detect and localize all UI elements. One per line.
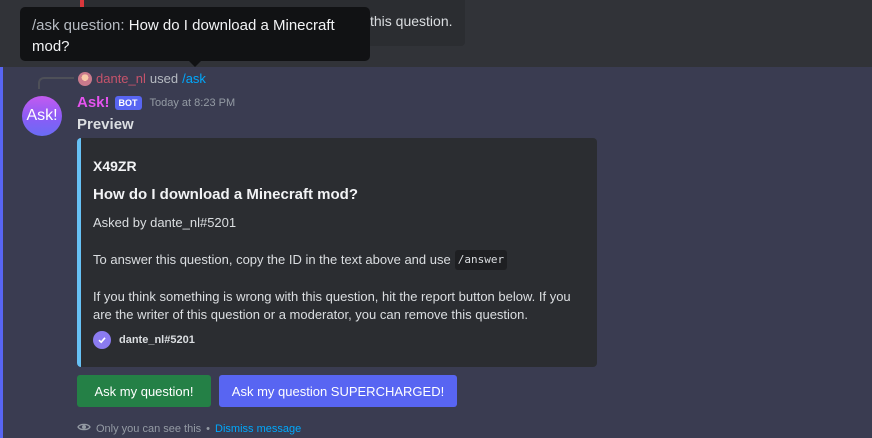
ephemeral-note: Only you can see this • Dismiss message xyxy=(77,420,301,437)
bot-avatar[interactable]: Ask! xyxy=(22,96,62,136)
answer-instructions: To answer this question, copy the ID in … xyxy=(93,250,508,270)
reply-spine xyxy=(38,77,74,89)
question-title: How do I download a Minecraft mod? xyxy=(93,186,358,203)
command-user-avatar[interactable] xyxy=(78,71,92,86)
separator-dot: • xyxy=(206,422,211,435)
message-content: Preview xyxy=(77,116,134,133)
question-id: X49ZR xyxy=(93,158,137,174)
footer-author: dante_nl#5201 xyxy=(119,334,195,346)
message-timestamp: Today at 8:23 PM xyxy=(149,96,236,109)
message-highlight-bar xyxy=(0,67,3,438)
command-name-link[interactable]: /ask xyxy=(182,71,206,86)
embed-footer: dante_nl#5201 xyxy=(93,331,195,349)
command-usage-line: dante_nl used /ask xyxy=(78,71,206,86)
command-used-text: used xyxy=(149,71,179,86)
question-embed: X49ZR How do I download a Minecraft mod?… xyxy=(77,138,597,367)
command-option-tooltip: /ask question: How do I download a Minec… xyxy=(20,7,370,61)
command-user[interactable]: dante_nl xyxy=(96,71,146,86)
previous-embed-text: this question. xyxy=(370,13,453,29)
ask-question-button[interactable]: Ask my question! xyxy=(77,375,211,407)
tooltip-option-label: /ask question: xyxy=(32,17,129,34)
ephemeral-note-text: Only you can see this xyxy=(96,422,202,435)
message-header: Ask! BOT Today at 8:23 PM xyxy=(77,94,235,111)
bot-badge: BOT xyxy=(114,95,142,110)
bot-username[interactable]: Ask! xyxy=(77,94,110,111)
tooltip-arrow xyxy=(189,61,201,67)
report-instructions: If you think something is wrong with thi… xyxy=(93,289,571,322)
answer-command-code: /answer xyxy=(454,250,508,270)
dismiss-message-link[interactable]: Dismiss message xyxy=(215,423,301,435)
verified-check-icon xyxy=(93,331,111,349)
bot-avatar-text: Ask! xyxy=(26,107,58,124)
ask-supercharged-button[interactable]: Ask my question SUPERCHARGED! xyxy=(219,375,457,407)
asked-by-text: Asked by dante_nl#5201 xyxy=(93,215,237,230)
eye-icon xyxy=(77,420,91,437)
answer-instructions-text: To answer this question, copy the ID in … xyxy=(93,252,451,267)
